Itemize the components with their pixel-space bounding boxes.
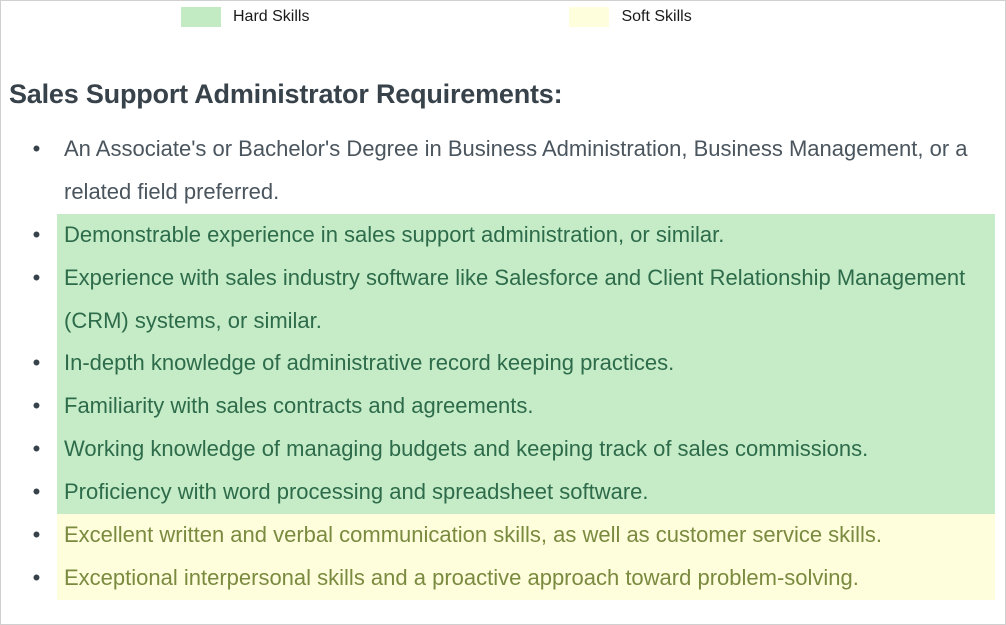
page-title: Sales Support Administrator Requirements… [9, 79, 995, 110]
list-item: •Working knowledge of managing budgets a… [9, 428, 995, 471]
list-item-text: Exceptional interpersonal skills and a p… [64, 557, 995, 600]
list-item-text: Proficiency with word processing and spr… [64, 471, 995, 514]
legend-soft-skills: Soft Skills [569, 7, 691, 27]
bullet-icon: • [9, 342, 64, 385]
list-item-text: Working knowledge of managing budgets an… [64, 428, 995, 471]
hard-skills-swatch [181, 7, 221, 27]
bullet-icon: • [9, 257, 64, 300]
list-item-text: Familiarity with sales contracts and agr… [64, 385, 995, 428]
bullet-icon: • [9, 214, 64, 257]
list-item: •An Associate's or Bachelor's Degree in … [9, 128, 995, 214]
bullet-icon: • [9, 557, 64, 600]
list-item-text: Demonstrable experience in sales support… [64, 214, 995, 257]
content-area: Sales Support Administrator Requirements… [1, 29, 1005, 600]
list-item-text: In-depth knowledge of administrative rec… [64, 342, 995, 385]
legend-hard-skills: Hard Skills [181, 7, 309, 27]
list-item: •Experience with sales industry software… [9, 257, 995, 343]
legend-hard-label: Hard Skills [233, 8, 309, 26]
bullet-icon: • [9, 428, 64, 471]
legend-soft-label: Soft Skills [621, 8, 691, 26]
list-item-text: Experience with sales industry software … [64, 257, 995, 343]
bullet-icon: • [9, 385, 64, 428]
list-item: •Exceptional interpersonal skills and a … [9, 557, 995, 600]
bullet-icon: • [9, 514, 64, 557]
list-item: •Familiarity with sales contracts and ag… [9, 385, 995, 428]
list-item: •In-depth knowledge of administrative re… [9, 342, 995, 385]
list-item: •Demonstrable experience in sales suppor… [9, 214, 995, 257]
list-item: •Excellent written and verbal communicat… [9, 514, 995, 557]
soft-skills-swatch [569, 7, 609, 27]
list-item-text: An Associate's or Bachelor's Degree in B… [64, 128, 995, 214]
legend-bar: Hard Skills Soft Skills [1, 1, 1005, 29]
list-item: •Proficiency with word processing and sp… [9, 471, 995, 514]
bullet-icon: • [9, 471, 64, 514]
bullet-icon: • [9, 128, 64, 171]
list-item-text: Excellent written and verbal communicati… [64, 514, 995, 557]
requirements-list: •An Associate's or Bachelor's Degree in … [9, 128, 995, 600]
